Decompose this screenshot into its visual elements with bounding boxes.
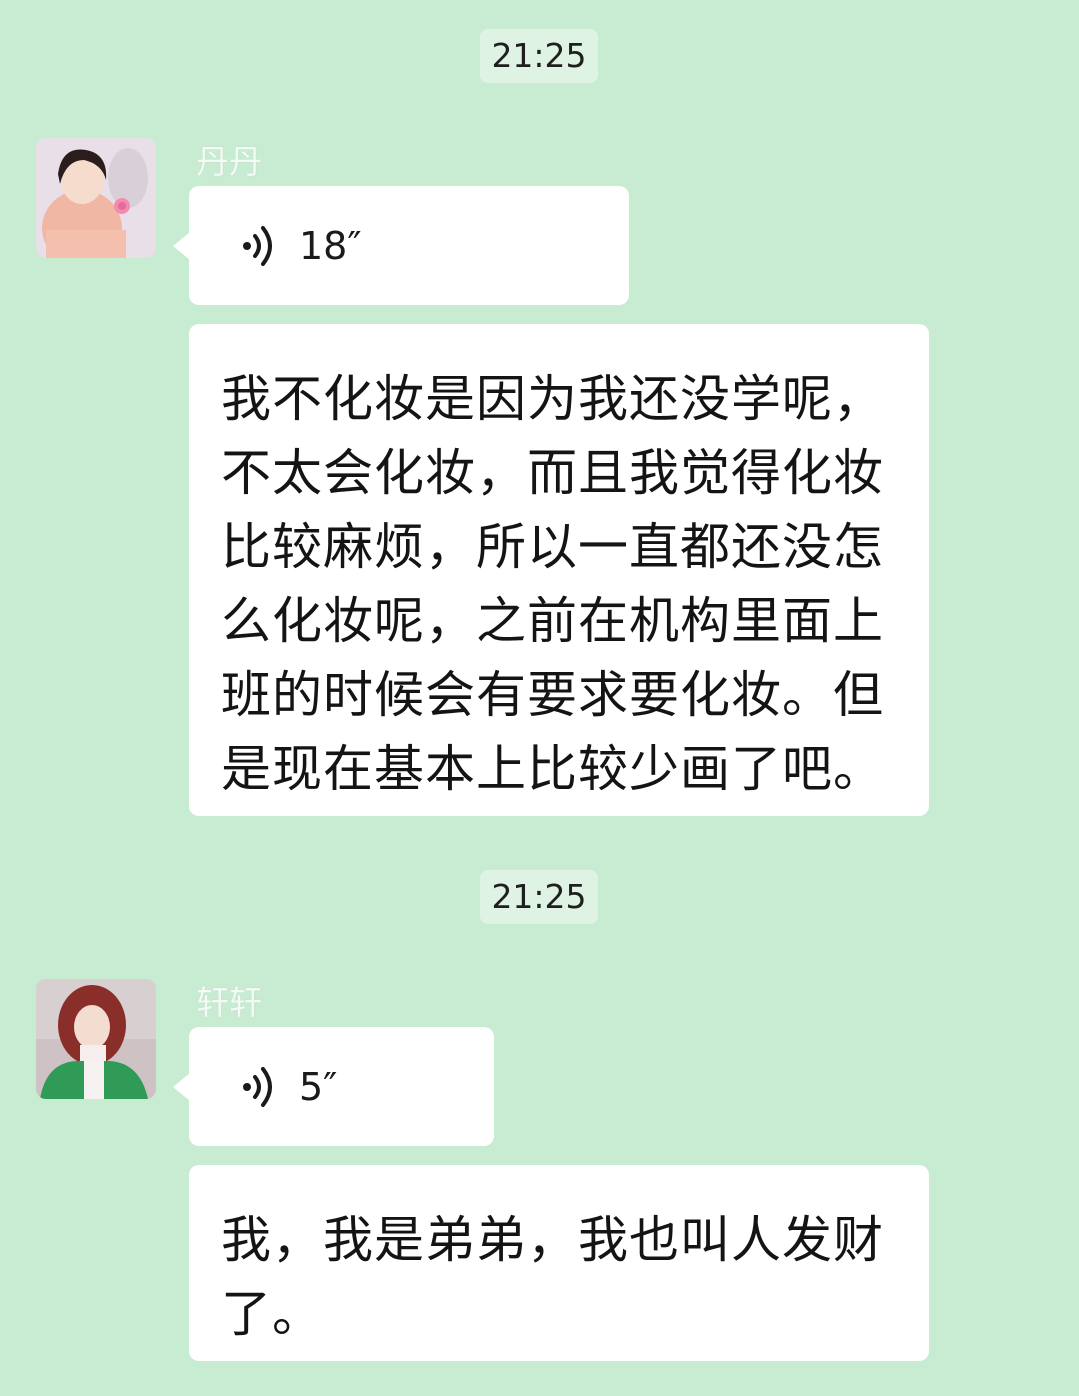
voice-message-bubble[interactable]: 18″ <box>173 186 629 305</box>
timestamp-badge: 21:25 <box>480 29 598 83</box>
sender-name: 丹丹 <box>196 142 262 181</box>
voice-message-bubble[interactable]: 5″ <box>173 1027 494 1146</box>
voice-wave-icon <box>243 1067 272 1107</box>
sender-name: 轩轩 <box>196 983 262 1022</box>
avatar-photo-xuanxuan <box>36 979 156 1099</box>
timestamp-badge: 21:25 <box>480 870 598 924</box>
avatar[interactable] <box>36 138 156 258</box>
voice-duration: 18″ <box>299 224 362 268</box>
message-text: 我，我是弟弟，我也叫人发财 了。 <box>221 1211 884 1343</box>
text-message-bubble[interactable]: 我不化妆是因为我还没学呢， 不太会化妆，而且我觉得化妆 比较麻烦，所以一直都还没… <box>189 324 929 816</box>
avatar-photo-dandan <box>36 138 156 258</box>
voice-duration: 5″ <box>299 1065 338 1109</box>
text-message-bubble[interactable]: 我，我是弟弟，我也叫人发财 了。 <box>189 1165 929 1361</box>
voice-wave-icon <box>243 226 272 266</box>
avatar[interactable] <box>36 979 156 1099</box>
message-text: 我不化妆是因为我还没学呢， 不太会化妆，而且我觉得化妆 比较麻烦，所以一直都还没… <box>221 370 884 798</box>
